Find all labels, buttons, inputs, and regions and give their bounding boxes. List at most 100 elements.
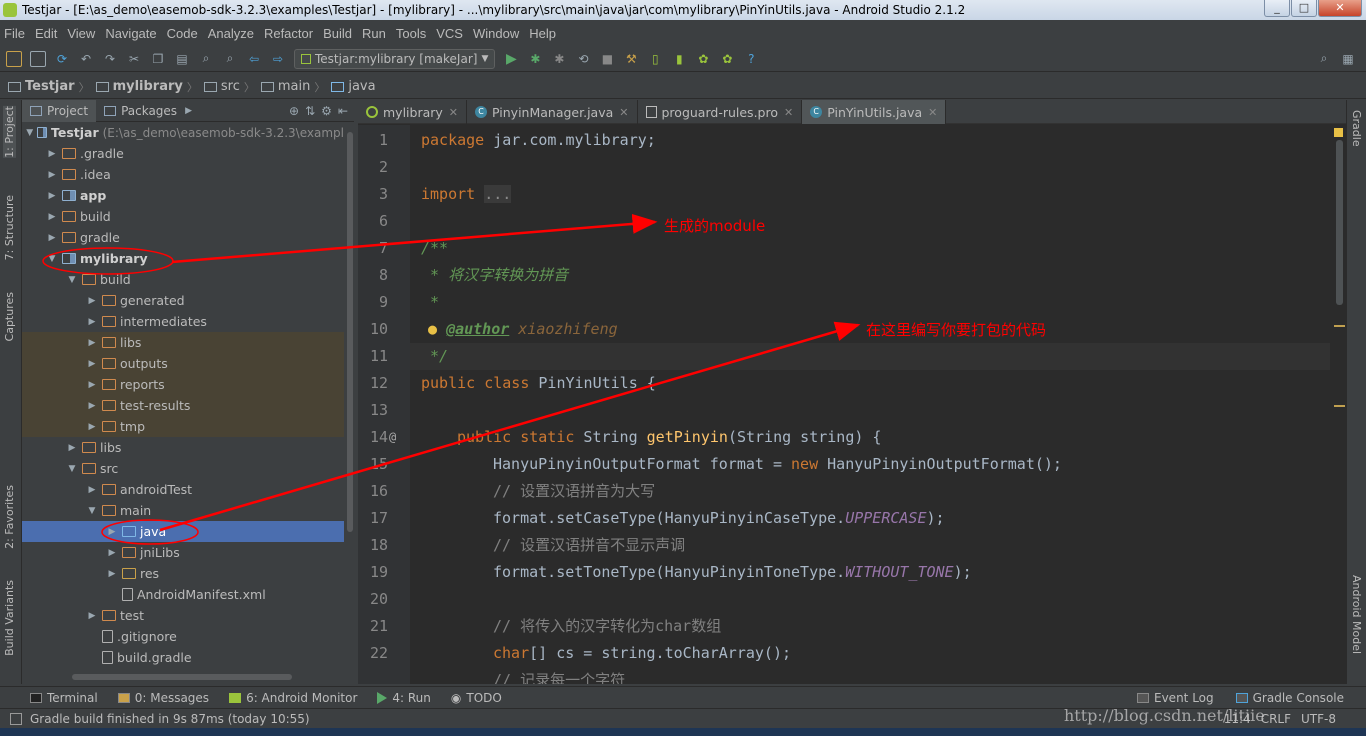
replace-icon[interactable]: ⌕: [222, 51, 238, 67]
menu-run[interactable]: Run: [362, 26, 386, 41]
menu-view[interactable]: View: [67, 26, 95, 41]
inspection-status-icon[interactable]: [1334, 128, 1343, 137]
stop-icon[interactable]: ■: [599, 51, 615, 67]
expand-arrow-icon[interactable]: ▶: [106, 569, 118, 579]
tree-item-gradle[interactable]: ▶ .gradle: [22, 143, 344, 164]
tree-item-test-results[interactable]: ▶ test-results: [22, 395, 344, 416]
menu-tools[interactable]: Tools: [396, 26, 426, 41]
expand-arrow-icon[interactable]: ▶: [46, 191, 58, 201]
locate-icon[interactable]: ⊕: [289, 104, 299, 118]
tree-item-androidtest[interactable]: ▶ androidTest: [22, 479, 344, 500]
menu-code[interactable]: Code: [167, 26, 198, 41]
tree-item-build[interactable]: ▼ build: [22, 269, 344, 290]
sdk-manager-icon[interactable]: ▦: [1340, 51, 1356, 67]
tree-item-gitignore[interactable]: .gitignore: [22, 626, 344, 647]
menu-window[interactable]: Window: [473, 26, 519, 41]
run-icon[interactable]: ▶: [503, 51, 519, 67]
editor-scrollbar[interactable]: [1332, 125, 1346, 684]
tree-item-res[interactable]: ▶ res: [22, 563, 344, 584]
tree-item-androidmanifest-xml[interactable]: AndroidManifest.xml: [22, 584, 344, 605]
line-separator[interactable]: CRLF: [1261, 712, 1291, 726]
hide-icon[interactable]: ⇤: [338, 104, 348, 118]
expand-arrow-icon[interactable]: ▶: [106, 548, 118, 558]
collapse-arrow-icon[interactable]: ▼: [46, 254, 58, 264]
tab-pinyinutils[interactable]: C PinYinUtils.java ✕: [802, 100, 947, 124]
tab-project[interactable]: 1: Project: [3, 106, 16, 158]
override-marker-icon[interactable]: @: [389, 424, 396, 451]
close-icon[interactable]: ✕: [784, 106, 793, 119]
breadcrumb-mylibrary[interactable]: mylibrary: [95, 79, 183, 94]
expand-arrow-icon[interactable]: ▶: [86, 485, 98, 495]
close-button[interactable]: ✕: [1318, 0, 1362, 17]
tree-scrollbar[interactable]: [346, 122, 354, 682]
collapse-arrow-icon[interactable]: ▼: [66, 464, 78, 474]
tab-pinyinmanager[interactable]: C PinyinManager.java ✕: [467, 100, 638, 124]
tree-item-mylibrary[interactable]: ▼ mylibrary: [22, 248, 344, 269]
chevron-right-icon[interactable]: ▶: [185, 106, 192, 116]
folded-imports[interactable]: ...: [484, 185, 512, 203]
tab-build-variants[interactable]: Build Variants: [3, 580, 16, 656]
tree-item-build-gradle[interactable]: build.gradle: [22, 647, 344, 668]
tree-item-build[interactable]: ▶ build: [22, 206, 344, 227]
menu-build[interactable]: Build: [323, 26, 352, 41]
scrollbar-thumb[interactable]: [347, 132, 353, 532]
reload-icon[interactable]: ⟲: [575, 51, 591, 67]
scrollbar-thumb[interactable]: [1336, 140, 1343, 305]
tab-gradle[interactable]: Gradle: [1350, 110, 1363, 147]
status-message[interactable]: Gradle build finished in 9s 87ms (today …: [30, 712, 310, 726]
find-icon[interactable]: ⌕: [198, 51, 214, 67]
cut-icon[interactable]: ✂: [126, 51, 142, 67]
paste-icon[interactable]: ▤: [174, 51, 190, 67]
expand-arrow-icon[interactable]: ▶: [86, 380, 98, 390]
event-log-button[interactable]: Event Log: [1137, 691, 1214, 705]
run-button[interactable]: 4: Run: [377, 691, 431, 705]
sync-icon[interactable]: ⟳: [54, 51, 70, 67]
expand-arrow-icon[interactable]: ▶: [46, 212, 58, 222]
menu-refactor[interactable]: Refactor: [264, 26, 313, 41]
device-icon[interactable]: ▮: [671, 51, 687, 67]
avd-icon[interactable]: ▯: [647, 51, 663, 67]
copy-icon[interactable]: ❐: [150, 51, 166, 67]
error-stripe-marker[interactable]: [1334, 405, 1345, 407]
tab-favorites[interactable]: 2: Favorites: [3, 485, 16, 549]
undo-icon[interactable]: ↶: [78, 51, 94, 67]
collapse-arrow-icon[interactable]: ▼: [86, 506, 98, 516]
tree-item-src[interactable]: ▼ src: [22, 458, 344, 479]
breadcrumb-java[interactable]: java: [331, 79, 376, 94]
expand-arrow-icon[interactable]: ▶: [86, 422, 98, 432]
tree-item-outputs[interactable]: ▶ outputs: [22, 353, 344, 374]
tree-item-java[interactable]: ▶ java: [22, 521, 344, 542]
breadcrumb-testjar[interactable]: Testjar: [8, 79, 75, 94]
collapse-arrow-icon[interactable]: ▼: [66, 275, 78, 285]
android-icon[interactable]: ✿: [695, 51, 711, 67]
close-icon[interactable]: ✕: [619, 106, 628, 119]
terminal-button[interactable]: Terminal: [30, 691, 98, 705]
breadcrumb-src[interactable]: src: [203, 79, 240, 94]
tab-mylibrary[interactable]: mylibrary ✕: [358, 100, 468, 124]
expand-arrow-icon[interactable]: ▶: [86, 296, 98, 306]
tree-item-intermediates[interactable]: ▶ intermediates: [22, 311, 344, 332]
tree-item-generated[interactable]: ▶ generated: [22, 290, 344, 311]
tab-android-model[interactable]: Android Model: [1350, 575, 1363, 654]
gear-icon[interactable]: ⚙: [321, 104, 332, 118]
attach-icon[interactable]: ✱: [551, 51, 567, 67]
file-encoding[interactable]: UTF-8: [1301, 712, 1336, 726]
expand-arrow-icon[interactable]: ▶: [46, 149, 58, 159]
menu-navigate[interactable]: Navigate: [105, 26, 156, 41]
expand-arrow-icon[interactable]: ▶: [46, 170, 58, 180]
tab-captures[interactable]: Captures: [3, 292, 16, 341]
expand-arrow-icon[interactable]: ▶: [106, 527, 118, 537]
open-icon[interactable]: [6, 50, 22, 67]
tree-root[interactable]: ▼ Testjar (E:\as_demo\easemob-sdk-3.2.3\…: [22, 122, 344, 143]
tree-item-test[interactable]: ▶ test: [22, 605, 344, 626]
code-area[interactable]: 1 package jar.com.mylibrary; 2 3 import ..…: [370, 125, 1330, 684]
tree-item-tmp[interactable]: ▶ tmp: [22, 416, 344, 437]
expand-arrow-icon[interactable]: ▶: [86, 359, 98, 369]
expand-arrow-icon[interactable]: ▶: [66, 443, 78, 453]
tree-item-reports[interactable]: ▶ reports: [22, 374, 344, 395]
expand-arrow-icon[interactable]: ▶: [86, 338, 98, 348]
expand-arrow-icon[interactable]: ▼: [26, 128, 33, 138]
tree-item-jnilibs[interactable]: ▶ jniLibs: [22, 542, 344, 563]
bulb-icon[interactable]: ●: [428, 320, 437, 338]
tool-windows-toggle-icon[interactable]: [10, 712, 22, 725]
